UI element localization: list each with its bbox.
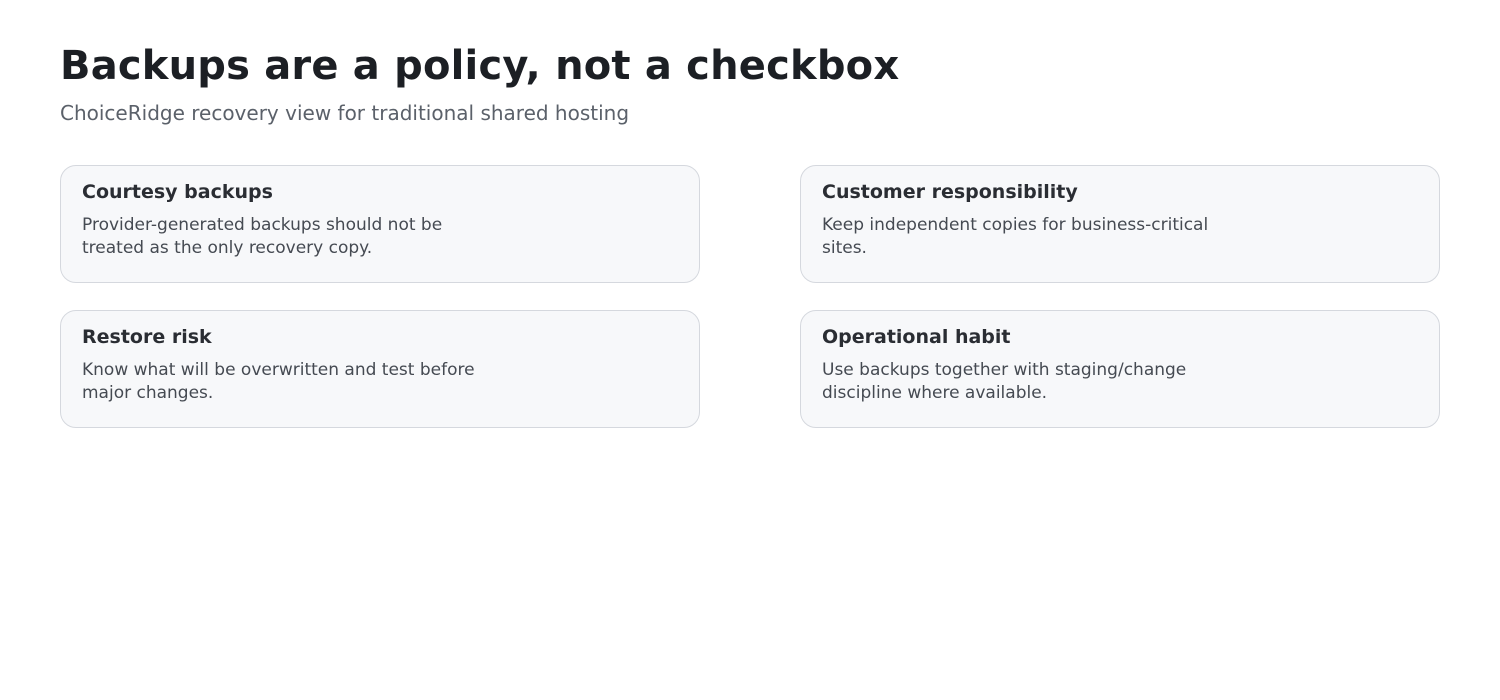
page-subtitle: ChoiceRidge recovery view for traditiona…: [60, 101, 630, 125]
card-operational-habit: Operational habit Use backups together w…: [800, 310, 1440, 428]
page: Backups are a policy, not a checkbox Cho…: [0, 0, 1500, 700]
card-body: Keep independent copies for business-cri…: [822, 215, 1209, 258]
card-body: Provider-generated backups should not be…: [82, 215, 443, 258]
card-customer-responsibility: Customer responsibility Keep independent…: [800, 165, 1440, 283]
card-courtesy-backups: Courtesy backups Provider-generated back…: [60, 165, 700, 283]
card-restore-risk: Restore risk Know what will be overwritt…: [60, 310, 700, 428]
card-body: Use backups together with staging/change…: [822, 360, 1187, 403]
card-grid: Courtesy backups Provider-generated back…: [60, 165, 1440, 428]
card-title: Operational habit: [822, 326, 1011, 348]
page-title: Backups are a policy, not a checkbox: [60, 43, 900, 89]
card-title: Customer responsibility: [822, 181, 1078, 203]
card-body: Know what will be overwritten and test b…: [82, 360, 475, 403]
card-title: Restore risk: [82, 326, 212, 348]
card-title: Courtesy backups: [82, 181, 273, 203]
